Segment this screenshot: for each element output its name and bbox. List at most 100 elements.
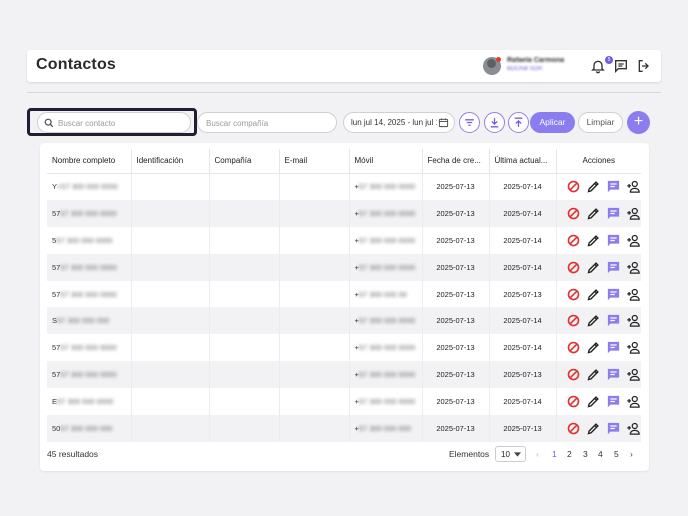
block-icon[interactable] (566, 394, 581, 409)
column-header[interactable]: E-mail (279, 149, 350, 174)
company-cell (209, 226, 280, 254)
column-header[interactable]: Identificación (131, 149, 210, 174)
table-row[interactable]: 557 300 000 0000 +57 300 000 0000 2025-07-… (47, 226, 641, 254)
top-header: Contactos Rafaela Carmona BDChat SDR 5 (27, 50, 661, 82)
next-page-icon[interactable]: › (630, 449, 633, 459)
block-icon[interactable] (566, 179, 581, 194)
add-contact-icon[interactable] (626, 367, 641, 382)
table-row[interactable]: 5757 300 000 0000 +57 300 000 0000 2025-07… (47, 361, 641, 389)
column-header[interactable]: Compañía (209, 149, 280, 174)
mobile-value: 57 300 000 0000 (358, 208, 416, 218)
chat-icon[interactable] (613, 58, 629, 74)
page-size-select[interactable]: 10 (495, 446, 526, 462)
add-contact-icon[interactable] (626, 421, 641, 436)
edit-icon[interactable] (586, 287, 601, 302)
edit-icon[interactable] (586, 233, 601, 248)
created-date-cell: 2025-07-13 (422, 361, 490, 389)
filter-button[interactable] (459, 112, 480, 133)
upload-button[interactable] (508, 112, 529, 133)
message-icon[interactable] (606, 421, 621, 436)
message-icon[interactable] (606, 394, 621, 409)
apply-button[interactable]: Aplicar (530, 112, 575, 133)
clear-button[interactable]: Limpiar (578, 112, 623, 133)
id-cell (131, 173, 210, 200)
edit-icon[interactable] (586, 313, 601, 328)
mobile-value: 57 300 000 0000 (358, 397, 416, 407)
edit-icon[interactable] (586, 206, 601, 221)
bell-icon[interactable] (590, 58, 606, 74)
id-cell (131, 415, 210, 442)
download-button[interactable] (484, 112, 505, 133)
table-row[interactable]: E57 300 000 0000 +57 300 000 0000 2025-07-… (47, 388, 641, 416)
add-contact-icon[interactable] (626, 313, 641, 328)
edit-icon[interactable] (586, 179, 601, 194)
mobile-value: 57 300 000 0000 (358, 316, 416, 326)
column-header[interactable]: Última actual... (489, 149, 557, 174)
message-icon[interactable] (606, 313, 621, 328)
message-icon[interactable] (606, 260, 621, 275)
table-row[interactable]: S57 300 000 000 +57 300 000 0000 2025-07-1… (47, 307, 641, 335)
table-row[interactable]: 5757 300 000 0000 +57 300 000 0000 2025-07… (47, 199, 641, 227)
block-icon[interactable] (566, 287, 581, 302)
message-icon[interactable] (606, 179, 621, 194)
block-icon[interactable] (566, 340, 581, 355)
add-contact-icon[interactable] (626, 340, 641, 355)
mobile-cell: +57 300 000 0000 (349, 253, 423, 281)
column-header[interactable]: Móvil (349, 149, 423, 174)
prev-page-icon[interactable]: ‹ (536, 449, 539, 459)
add-contact-icon[interactable] (626, 260, 641, 275)
page-link[interactable]: 5 (614, 449, 619, 459)
page-link[interactable]: 3 (583, 449, 588, 459)
actions-cell (556, 307, 641, 335)
page-link[interactable]: 2 (567, 449, 572, 459)
add-contact-icon[interactable] (626, 287, 641, 302)
table-row[interactable]: 5757 300 000 0000 +57 300 000 0000 2025-07… (47, 253, 641, 281)
table-row[interactable]: 5057 300 000 000 +57 300 000 000 2025-07-1… (47, 415, 641, 442)
block-icon[interactable] (566, 233, 581, 248)
search-company-field[interactable] (197, 112, 337, 133)
table-row[interactable]: 5757 300 000 0000 +57 300 000 0000 2025-07… (47, 334, 641, 362)
add-contact-button[interactable]: + (627, 111, 650, 134)
page-link[interactable]: 1 (552, 449, 557, 459)
id-cell (131, 307, 210, 335)
email-cell (279, 199, 350, 227)
mobile-value: 57 300 000 0000 (358, 235, 416, 245)
edit-icon[interactable] (586, 260, 601, 275)
company-cell (209, 415, 280, 442)
edit-icon[interactable] (586, 367, 601, 382)
logout-icon[interactable] (636, 58, 652, 74)
date-range-picker[interactable]: lun jul 14, 2025 - lun jul 14, 2025 (343, 112, 455, 133)
actions-cell (556, 388, 641, 415)
table-row[interactable]: Y+57 300 000 0000 +57 300 000 0000 2025-07… (47, 173, 641, 200)
add-contact-icon[interactable] (626, 233, 641, 248)
block-icon[interactable] (566, 421, 581, 436)
table-row[interactable]: 5757 300 000 0000 +57 300 000 00 2025-07-1… (47, 280, 641, 308)
add-contact-icon[interactable] (626, 206, 641, 221)
block-icon[interactable] (566, 206, 581, 221)
block-icon[interactable] (566, 367, 581, 382)
message-icon[interactable] (606, 206, 621, 221)
mobile-cell: +57 300 000 0000 (349, 173, 423, 200)
edit-icon[interactable] (586, 340, 601, 355)
message-icon[interactable] (606, 340, 621, 355)
name-value: 57 300 000 0000 (60, 343, 117, 353)
block-icon[interactable] (566, 313, 581, 328)
add-contact-icon[interactable] (626, 394, 641, 409)
email-cell (279, 334, 350, 362)
message-icon[interactable] (606, 233, 621, 248)
message-icon[interactable] (606, 287, 621, 302)
page-link[interactable]: 4 (598, 449, 603, 459)
edit-icon[interactable] (586, 421, 601, 436)
search-company-input[interactable] (206, 117, 331, 129)
column-header[interactable]: Nombre completo (47, 149, 132, 174)
message-icon[interactable] (606, 367, 621, 382)
search-contact-input[interactable] (58, 117, 188, 129)
add-contact-icon[interactable] (626, 179, 641, 194)
name-value: 57 300 000 000 (57, 316, 110, 326)
search-contact-field[interactable] (37, 112, 191, 133)
page-title: Contactos (36, 56, 117, 73)
updated-date-cell: 2025-07-13 (489, 415, 557, 442)
block-icon[interactable] (566, 260, 581, 275)
edit-icon[interactable] (586, 394, 601, 409)
column-header[interactable]: Fecha de cre... (422, 149, 490, 174)
